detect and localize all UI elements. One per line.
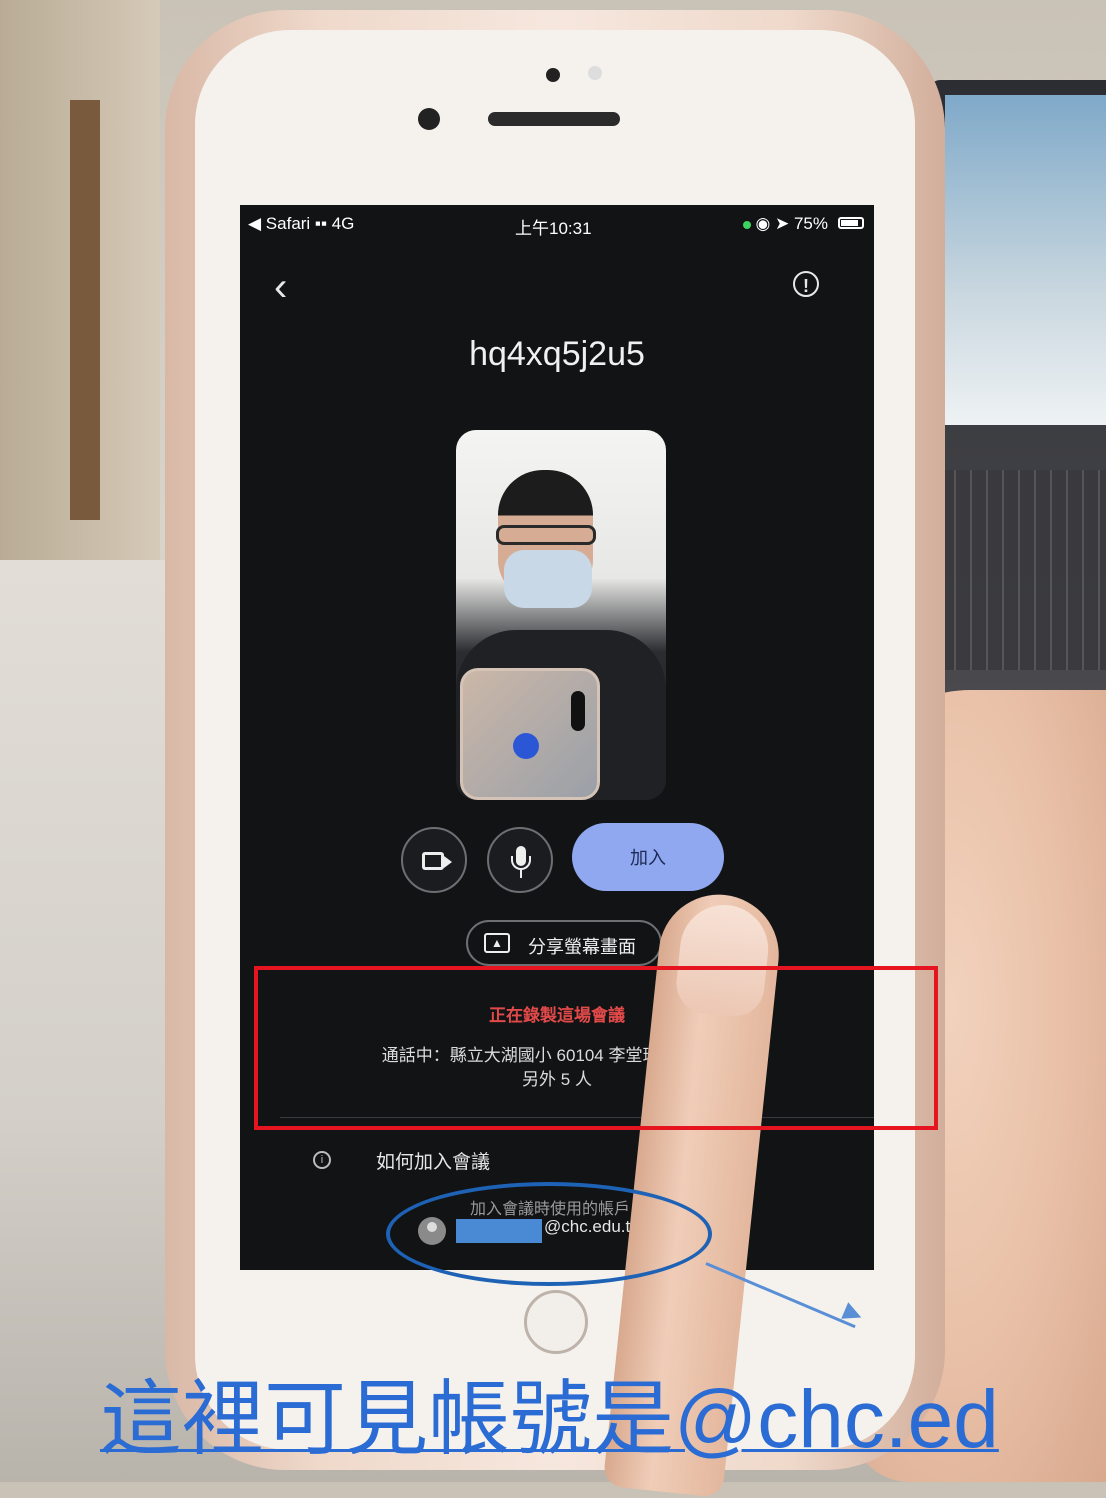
status-battery: ◉ ➤ 75% — [743, 214, 828, 234]
preview-phone-sticker — [513, 733, 539, 759]
mic-icon — [511, 846, 531, 878]
camera-in-use-dot — [743, 220, 752, 229]
background-laptop-screen — [945, 95, 1106, 425]
status-carrier[interactable]: ◀ Safari ▪▪ 4G — [248, 214, 354, 234]
front-camera — [418, 108, 440, 130]
join-button[interactable]: 加入 — [572, 823, 724, 891]
battery-icon — [838, 217, 864, 229]
chevron-left-icon[interactable]: ‹ — [274, 267, 304, 307]
camera-preview — [456, 430, 666, 800]
ambient-sensor — [588, 66, 602, 80]
present-screen-icon: ▲ — [484, 933, 510, 953]
share-screen-label: 分享螢幕畫面 — [528, 937, 636, 957]
camera-icon — [422, 852, 444, 870]
earpiece-speaker — [488, 112, 620, 126]
microphone-toggle-button[interactable] — [487, 827, 553, 893]
background-laptop-keyboard — [940, 470, 1106, 670]
meeting-code: hq4xq5j2u5 — [469, 335, 645, 373]
background-shelf — [0, 0, 160, 560]
proximity-sensor — [546, 68, 560, 82]
annotation-caption: 這裡可見帳號是@chc.ed — [100, 1374, 999, 1465]
recording-highlight-box — [254, 966, 938, 1130]
account-highlight-ellipse — [386, 1182, 712, 1286]
preview-face-mask — [504, 550, 592, 608]
preview-phone-camera — [571, 691, 585, 731]
preview-glasses — [496, 525, 596, 545]
share-screen-button[interactable]: ▲ 分享螢幕畫面 — [466, 920, 662, 966]
preview-phone — [460, 668, 600, 800]
report-problem-icon[interactable]: ! — [793, 271, 819, 297]
status-time: 上午10:31 — [515, 219, 592, 238]
camera-toggle-button[interactable] — [401, 827, 467, 893]
info-icon: i — [313, 1151, 331, 1169]
home-button[interactable] — [524, 1290, 588, 1354]
status-bar: ◀ Safari ▪▪ 4G 上午10:31 ◉ ➤ 75% — [240, 205, 874, 241]
how-to-join-link[interactable]: 如何加入會議 — [376, 1147, 490, 1174]
